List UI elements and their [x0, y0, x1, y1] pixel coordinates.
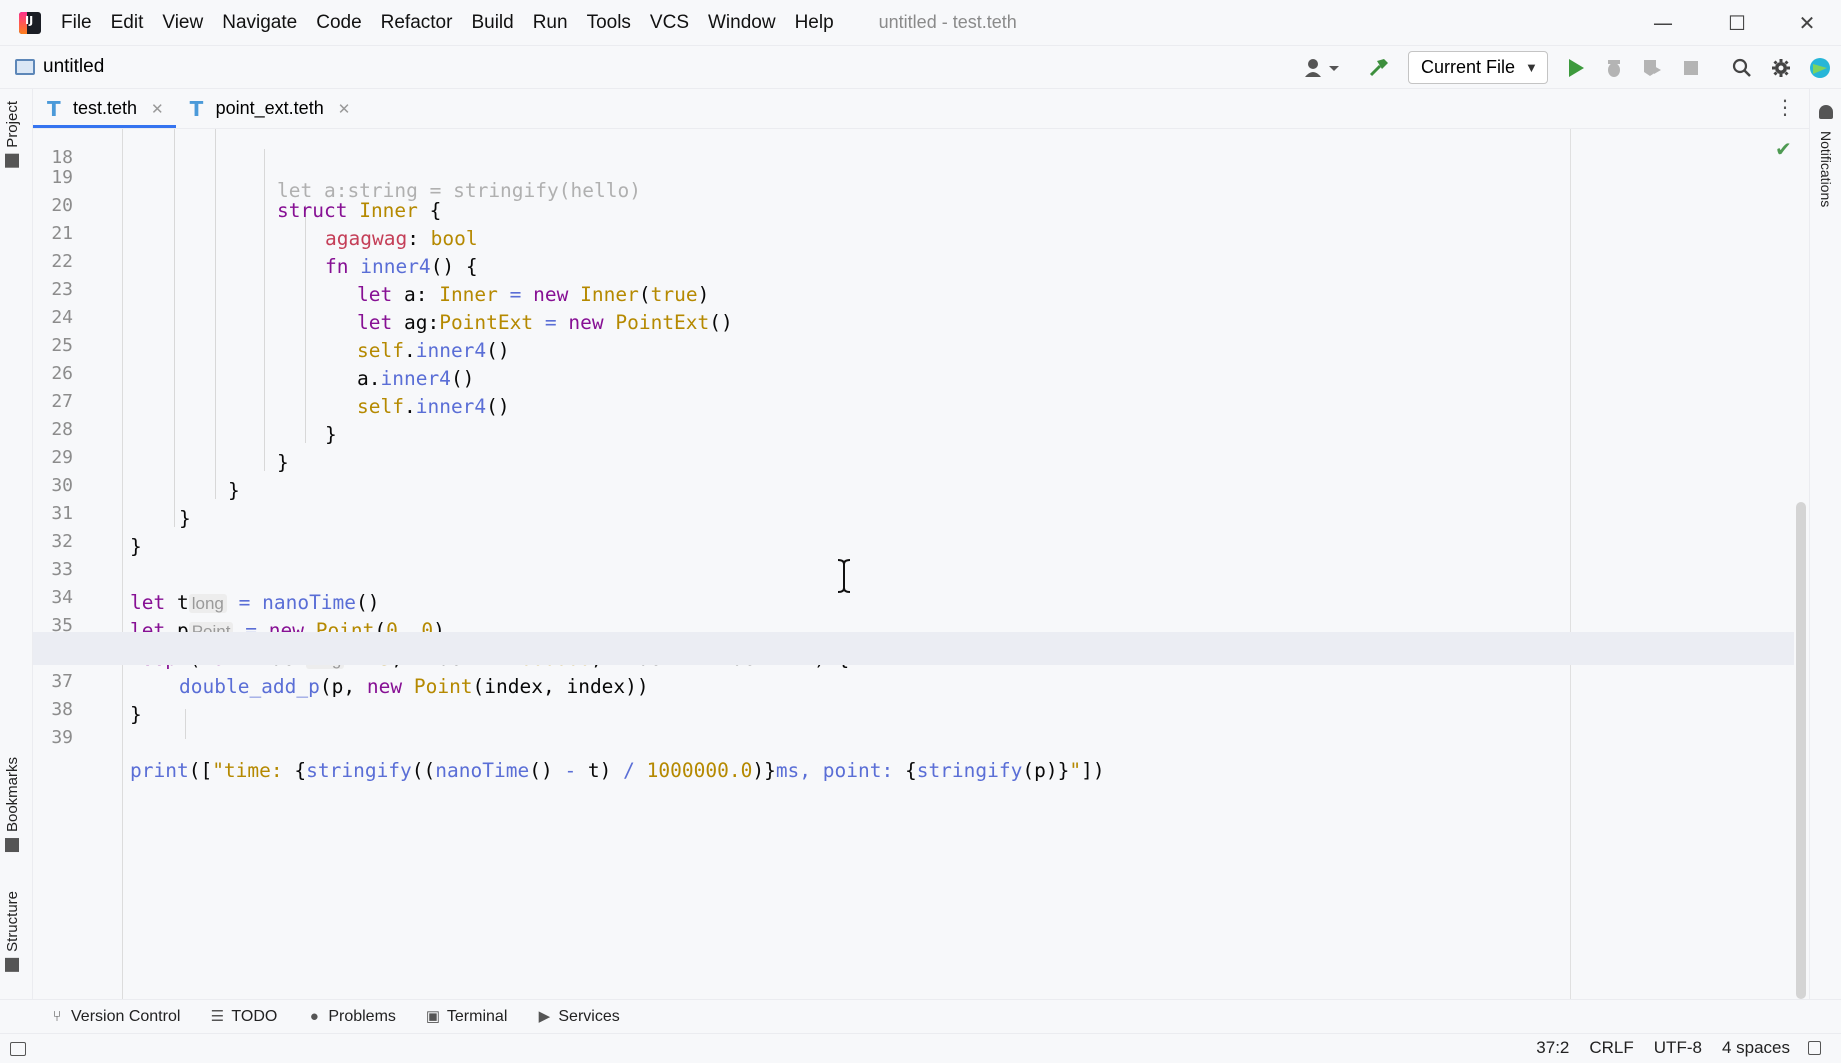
version-control-tool-button[interactable]: ⑂ Version Control — [50, 1008, 180, 1026]
tab-label: point_ext.teth — [215, 98, 324, 118]
menu-window[interactable]: Window — [708, 12, 776, 34]
minimize-icon[interactable]: — — [1648, 8, 1678, 38]
status-bar: 37:2 CRLF UTF-8 4 spaces — [0, 1033, 1841, 1063]
run-configuration-label: Current File — [1421, 57, 1516, 77]
todo-tool-button[interactable]: ☰ TODO — [210, 1007, 278, 1026]
tool-label: Version Control — [71, 1007, 181, 1025]
menu-vcs[interactable]: VCS — [650, 12, 689, 34]
editor-tab-bar: T test.teth ✕ T point_ext.teth ✕ ⋮ — [33, 89, 1809, 129]
project-tool-label: Project — [4, 101, 21, 148]
tool-label: Problems — [328, 1007, 396, 1025]
project-tool-button[interactable]: Project — [4, 101, 21, 168]
menu-run[interactable]: Run — [533, 12, 568, 34]
branch-icon: ⑂ — [52, 1007, 62, 1025]
left-tool-strip: Project Bookmarks Structure — [0, 89, 33, 999]
status-widgets: 37:2 CRLF UTF-8 4 spaces — [1516, 1038, 1821, 1058]
settings-gear-icon[interactable] — [1770, 56, 1792, 80]
intellij-logo-icon — [19, 11, 41, 34]
bookmarks-tool-label: Bookmarks — [4, 757, 21, 833]
menu-view[interactable]: View — [162, 12, 203, 34]
caret-position[interactable]: 37:2 — [1536, 1038, 1569, 1058]
tab-label: test.teth — [73, 98, 138, 118]
project-folder-icon — [15, 59, 35, 75]
tool-label: Services — [558, 1007, 620, 1025]
run-configuration-dropdown[interactable]: Current File ▼ — [1408, 51, 1548, 84]
text-cursor-ibeam-icon — [837, 559, 851, 593]
close-window-icon[interactable]: ✕ — [1792, 8, 1822, 38]
right-tool-strip: Notifications — [1809, 89, 1841, 999]
teth-file-icon: T — [189, 96, 204, 121]
maximize-icon[interactable]: ☐ — [1722, 8, 1752, 38]
tool-windows-toggle-icon[interactable] — [10, 1042, 26, 1056]
problems-tool-button[interactable]: ● Problems — [307, 1008, 396, 1026]
jetbrains-ai-icon[interactable] — [1808, 56, 1832, 80]
project-breadcrumb[interactable]: untitled — [43, 56, 104, 78]
folder-icon — [5, 153, 20, 168]
menu-refactor[interactable]: Refactor — [381, 12, 453, 34]
bookmark-icon — [5, 838, 20, 853]
title-bar: File Edit View Navigate Code Refactor Bu… — [0, 0, 1841, 46]
code-editor[interactable]: ✔ 18 let a:string = stringify(hello) 19 … — [33, 129, 1809, 999]
file-encoding[interactable]: UTF-8 — [1654, 1038, 1702, 1058]
close-tab-icon[interactable]: ✕ — [151, 100, 164, 118]
build-hammer-icon[interactable] — [1367, 56, 1391, 80]
coverage-icon[interactable] — [1641, 56, 1663, 80]
terminal-icon: ▣ — [425, 1007, 441, 1025]
bell-icon[interactable] — [1819, 105, 1833, 119]
read-only-lock-icon[interactable] — [1808, 1041, 1821, 1055]
line-separator[interactable]: CRLF — [1589, 1038, 1633, 1058]
run-icon[interactable] — [1565, 56, 1587, 80]
stop-icon[interactable] — [1681, 56, 1701, 80]
menu-edit[interactable]: Edit — [111, 12, 144, 34]
tool-window-bar: ⑂ Version Control ☰ TODO ● Problems ▣ Te… — [0, 999, 1841, 1033]
menu-code[interactable]: Code — [316, 12, 361, 34]
menu-tools[interactable]: Tools — [587, 12, 631, 34]
line-number: 39 — [51, 727, 73, 748]
notifications-tool-button[interactable]: Notifications — [1818, 131, 1834, 207]
navigation-bar: untitled Current File ▼ — [0, 46, 1841, 89]
services-icon: ▶ — [538, 1007, 551, 1025]
scrollbar-thumb[interactable] — [1796, 502, 1806, 999]
menu-help[interactable]: Help — [795, 12, 834, 34]
structure-tool-button[interactable]: Structure — [4, 891, 21, 972]
terminal-tool-button[interactable]: ▣ Terminal — [426, 1008, 507, 1026]
bookmarks-tool-button[interactable]: Bookmarks — [4, 757, 21, 853]
list-icon: ☰ — [210, 1007, 225, 1025]
tab-test-teth[interactable]: T test.teth ✕ — [33, 89, 176, 128]
menu-build[interactable]: Build — [471, 12, 513, 34]
services-tool-button[interactable]: ▶ Services — [537, 1007, 620, 1026]
chevron-down-icon: ▼ — [1525, 60, 1538, 75]
tool-label: TODO — [231, 1007, 278, 1025]
structure-tool-label: Structure — [4, 891, 21, 952]
search-icon[interactable] — [1731, 56, 1753, 80]
structure-icon — [5, 957, 20, 972]
user-profile-icon[interactable] — [1302, 56, 1342, 80]
window-title: untitled - test.teth — [878, 12, 1017, 32]
menu-navigate[interactable]: Navigate — [222, 12, 297, 34]
debug-icon[interactable] — [1603, 56, 1625, 80]
code-line-39: 39 print(["time: {stringify((nanoTime() … — [33, 688, 1794, 782]
close-tab-icon[interactable]: ✕ — [338, 100, 351, 118]
indent-setting[interactable]: 4 spaces — [1722, 1038, 1790, 1058]
code-text: print(["time: {stringify((nanoTime() - t… — [130, 759, 1105, 782]
warning-circle-icon: ● — [309, 1007, 319, 1025]
more-options-icon[interactable]: ⋮ — [1775, 97, 1795, 117]
tab-point-ext-teth[interactable]: T point_ext.teth ✕ — [176, 89, 363, 128]
tool-label: Terminal — [446, 1007, 508, 1025]
menu-file[interactable]: File — [61, 12, 92, 34]
teth-file-icon: T — [47, 96, 61, 121]
